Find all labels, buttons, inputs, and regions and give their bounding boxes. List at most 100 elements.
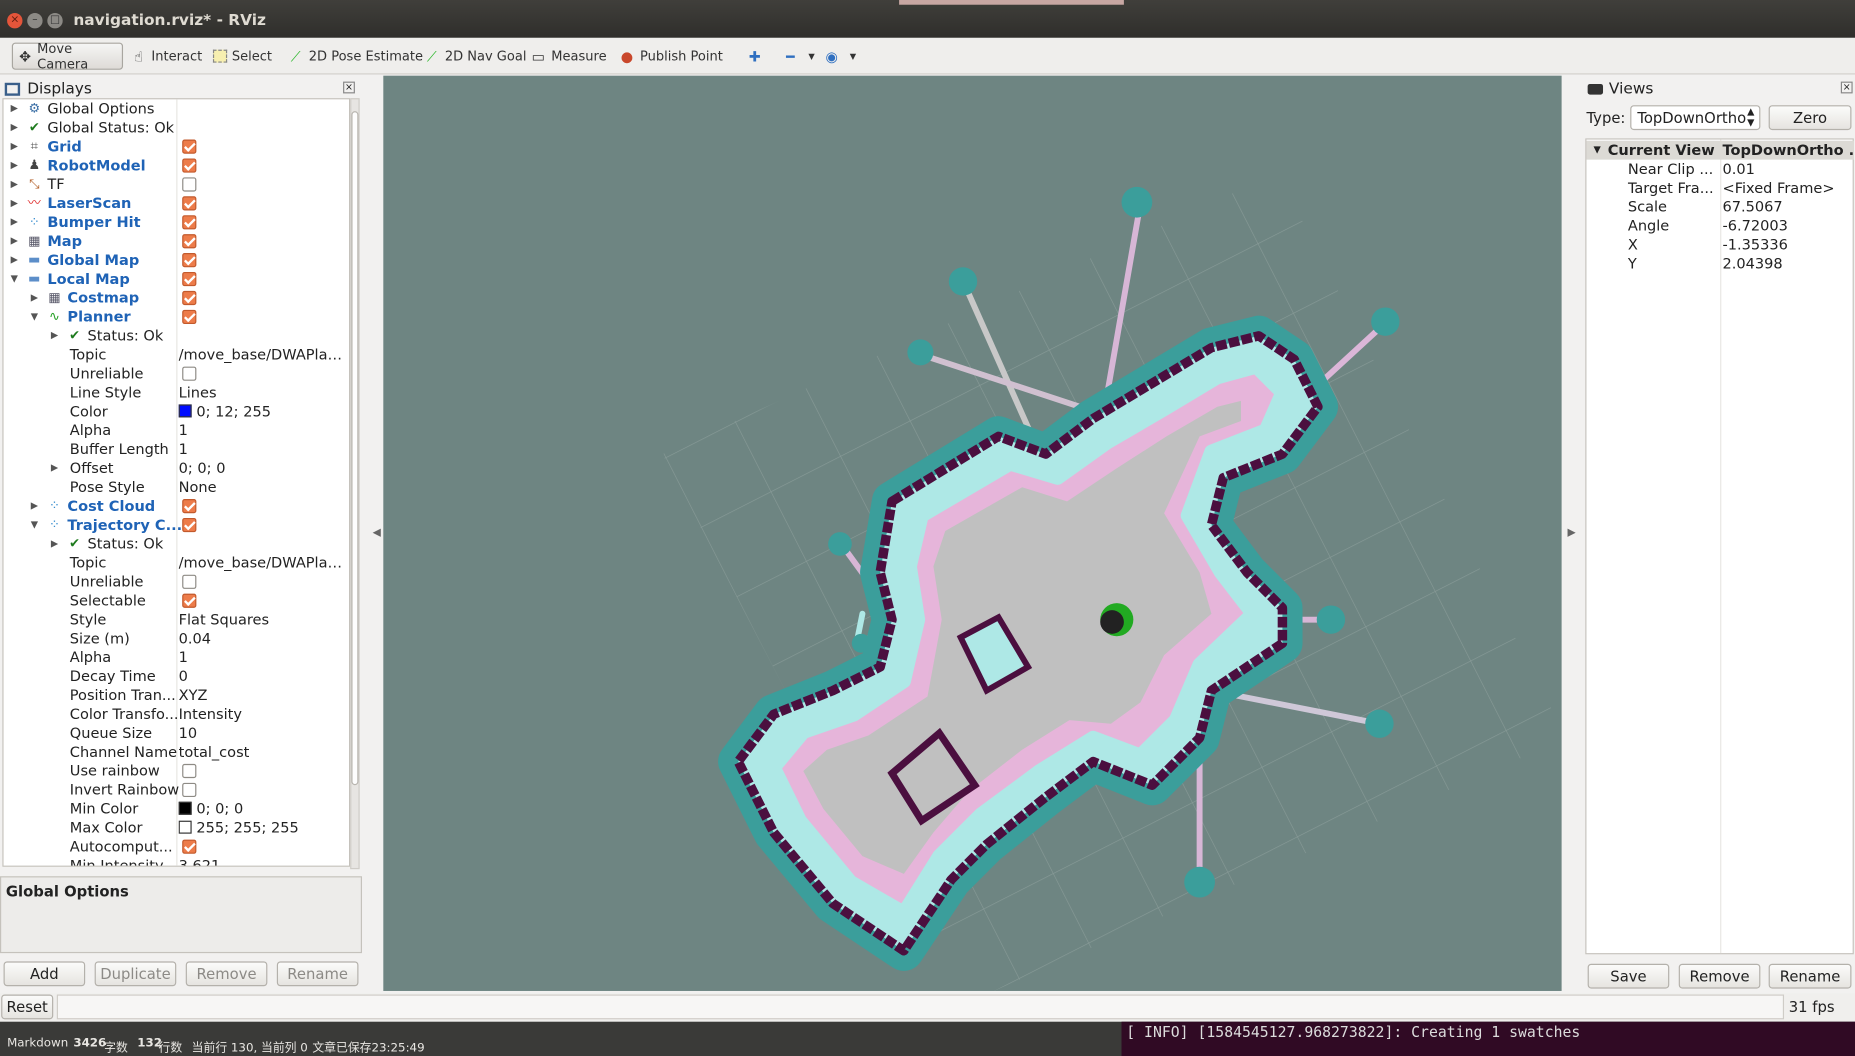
display-row-value[interactable]: 0; 0; 0 xyxy=(178,799,349,818)
display-row[interactable]: Unreliable xyxy=(4,364,349,383)
display-enabled-checkbox[interactable] xyxy=(182,196,197,211)
display-row[interactable]: Color Transfo... Intensity xyxy=(4,705,349,724)
display-row[interactable]: Invert Rainbow xyxy=(4,780,349,799)
view-property-value[interactable]: 0.01 xyxy=(1723,160,1854,179)
displays-tree[interactable]: ▶ ⚙ Global Options ▶ ✔ Global Status: Ok ▶ ⌗ Gri… xyxy=(2,98,351,867)
view-properties-table[interactable]: ▼ Current View TopDownOrtho ... Near Clip .… xyxy=(1585,138,1854,955)
duplicate-display-button[interactable]: Duplicate xyxy=(94,961,177,987)
view-property-row[interactable]: X -1.35336 xyxy=(1586,235,1853,254)
display-row-value[interactable]: 1 xyxy=(179,440,349,459)
collapse-left-icon[interactable]: ◀ xyxy=(373,527,381,539)
display-row-value[interactable]: 0; 0; 0 xyxy=(179,459,349,478)
collapse-right-icon[interactable]: ▶ xyxy=(1568,527,1576,539)
display-enabled-checkbox[interactable] xyxy=(182,158,197,173)
display-row[interactable]: Channel Name total_cost xyxy=(4,743,349,762)
expand-arrow-icon[interactable]: ▶ xyxy=(11,137,23,156)
view-property-value[interactable]: <Fixed Frame> xyxy=(1723,179,1854,198)
remove-view-button[interactable]: Remove xyxy=(1678,963,1761,989)
view-property-row[interactable]: Scale 67.5067 xyxy=(1586,197,1853,216)
expand-arrow-icon[interactable]: ▶ xyxy=(11,118,23,137)
close-panel-icon[interactable]: × xyxy=(1840,81,1853,94)
pose-estimate-tool[interactable]: ⟋ 2D Pose Estimate xyxy=(283,43,428,70)
display-row[interactable]: ▶ ✔ Global Status: Ok xyxy=(4,118,349,137)
display-row[interactable]: ▶ ✔ Status: Ok xyxy=(4,535,349,554)
display-row[interactable]: Min Intensity 3.621 xyxy=(4,856,349,865)
close-window-button[interactable]: × xyxy=(7,13,23,29)
display-enabled-checkbox[interactable] xyxy=(182,782,197,798)
display-row-value[interactable]: 3.621 xyxy=(179,856,349,865)
display-row[interactable]: Unreliable xyxy=(4,572,349,591)
display-enabled-checkbox[interactable] xyxy=(182,271,197,287)
display-row-value[interactable]: total_cost xyxy=(179,743,349,762)
display-enabled-checkbox[interactable] xyxy=(182,593,197,608)
expand-arrow-icon[interactable]: ▶ xyxy=(51,326,63,345)
measure-tool[interactable]: ▭ Measure xyxy=(525,43,611,70)
expand-arrow-icon[interactable]: ▶ xyxy=(51,535,63,554)
move-camera-tool[interactable]: ✥ Move Camera xyxy=(11,41,124,72)
displays-scrollbar[interactable] xyxy=(350,98,360,870)
rename-view-button[interactable]: Rename xyxy=(1768,963,1852,989)
display-row[interactable]: Position Tran... XYZ xyxy=(4,686,349,705)
display-row[interactable]: ▶ ✔ Status: Ok xyxy=(4,326,349,345)
display-row[interactable]: Decay Time 0 xyxy=(4,667,349,686)
display-row[interactable]: ▼ ▬ Local Map xyxy=(4,270,349,289)
interact-tool[interactable]: ☝ Interact xyxy=(125,43,207,70)
expand-arrow-icon[interactable]: ▶ xyxy=(31,289,43,308)
display-enabled-checkbox[interactable] xyxy=(182,290,197,306)
display-row[interactable]: ▼ ⁘ Trajectory C... xyxy=(4,516,349,535)
remove-tool-button[interactable]: ━ ▼ xyxy=(777,43,824,70)
expand-arrow-icon[interactable]: ▶ xyxy=(11,99,23,118)
display-row-value[interactable]: None xyxy=(179,478,349,497)
display-row[interactable]: Alpha 1 xyxy=(4,421,349,440)
display-enabled-checkbox[interactable] xyxy=(182,499,197,514)
display-row-value[interactable]: /move_base/DWAPlan... xyxy=(179,345,349,364)
display-row[interactable]: ▶ ⚙ Global Options xyxy=(4,99,349,118)
display-row-value[interactable]: 0.04 xyxy=(179,629,349,648)
display-row[interactable]: Autocomput... xyxy=(4,837,349,856)
expand-arrow-icon[interactable]: ▶ xyxy=(11,175,23,194)
display-row[interactable]: Color 0; 12; 255 xyxy=(4,402,349,421)
view-property-row[interactable]: Target Fra... <Fixed Frame> xyxy=(1586,179,1853,198)
display-row-value[interactable]: Flat Squares xyxy=(179,610,349,629)
display-row[interactable]: Pose Style None xyxy=(4,478,349,497)
collapse-arrow-icon[interactable]: ▼ xyxy=(31,516,43,535)
display-row-value[interactable]: 1 xyxy=(179,421,349,440)
display-row[interactable]: ▶ ⁘ Cost Cloud xyxy=(4,497,349,516)
view-property-row[interactable]: Near Clip ... 0.01 xyxy=(1586,160,1853,179)
reset-button[interactable]: Reset xyxy=(1,994,54,1020)
current-view-row[interactable]: ▼ Current View TopDownOrtho ... xyxy=(1586,140,1854,160)
display-row[interactable]: Max Color 255; 255; 255 xyxy=(4,818,349,837)
expand-arrow-icon[interactable]: ▶ xyxy=(11,251,23,270)
view-property-row[interactable]: Angle -6.72003 xyxy=(1586,216,1853,235)
display-row-value[interactable]: 0 xyxy=(179,667,349,686)
display-enabled-checkbox[interactable] xyxy=(182,177,197,192)
display-row[interactable]: Line Style Lines xyxy=(4,383,349,402)
display-enabled-checkbox[interactable] xyxy=(182,839,197,854)
display-row[interactable]: Topic/move_base/DWAPlan... xyxy=(4,553,349,572)
view-type-select[interactable]: TopDownOrtho ▲ ▼ xyxy=(1630,105,1761,131)
add-display-button[interactable]: Add xyxy=(3,961,86,987)
display-row[interactable]: Alpha 1 xyxy=(4,648,349,667)
collapse-arrow-icon[interactable]: ▼ xyxy=(11,270,23,289)
display-row-value[interactable]: 1 xyxy=(179,648,349,667)
zero-view-button[interactable]: Zero xyxy=(1768,105,1852,131)
display-row[interactable]: ▼ ∿ Planner xyxy=(4,307,349,326)
display-enabled-checkbox[interactable] xyxy=(182,574,197,589)
display-row[interactable]: ▶ ⤡ TF xyxy=(4,175,349,194)
display-row[interactable]: ▶ ▦ Map xyxy=(4,232,349,251)
display-row[interactable]: Size (m) 0.04 xyxy=(4,629,349,648)
panels-visibility-button[interactable]: ◉ ▼ xyxy=(819,43,866,70)
display-row-value[interactable]: 0; 12; 255 xyxy=(178,402,349,421)
expand-arrow-icon[interactable]: ▶ xyxy=(51,459,63,478)
display-row[interactable]: Selectable xyxy=(4,591,349,610)
expand-arrow-icon[interactable]: ▶ xyxy=(11,213,23,232)
display-row[interactable]: Style Flat Squares xyxy=(4,610,349,629)
publish-point-tool[interactable]: ● Publish Point xyxy=(614,43,728,70)
save-view-button[interactable]: Save xyxy=(1587,963,1670,989)
display-enabled-checkbox[interactable] xyxy=(182,366,197,381)
collapse-arrow-icon[interactable]: ▼ xyxy=(31,307,43,326)
expand-arrow-icon[interactable]: ▶ xyxy=(11,232,23,251)
remove-display-button[interactable]: Remove xyxy=(185,961,268,987)
display-row-value[interactable]: XYZ xyxy=(179,686,349,705)
view-property-row[interactable]: Y 2.04398 xyxy=(1586,254,1853,273)
